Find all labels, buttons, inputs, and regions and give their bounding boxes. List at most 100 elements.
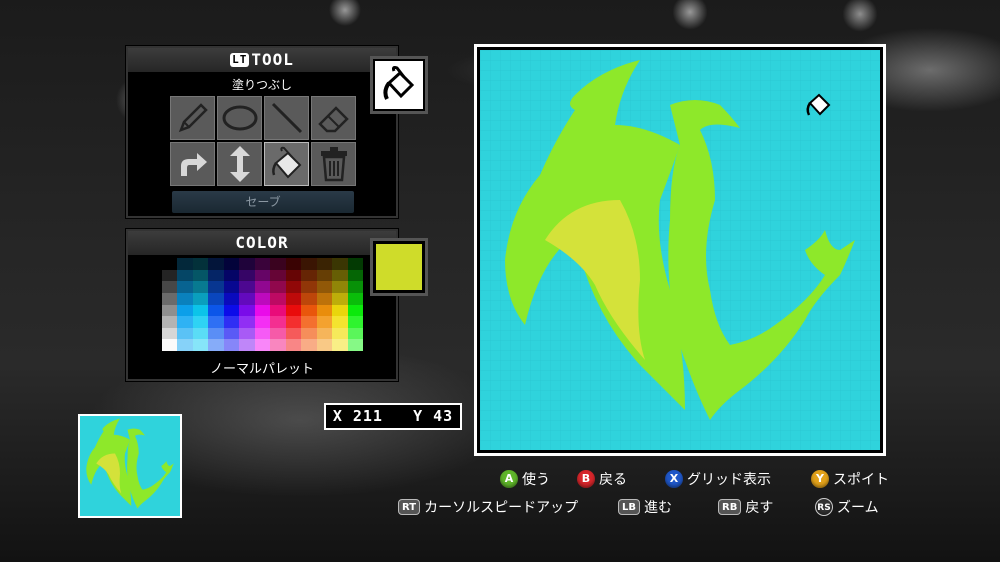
palette-swatch[interactable] (301, 292, 317, 305)
palette-swatch[interactable] (332, 339, 348, 351)
tool-flip-vertical[interactable] (217, 142, 262, 186)
palette-swatch[interactable] (239, 304, 255, 317)
palette-swatch[interactable] (316, 304, 333, 317)
palette-swatch[interactable] (223, 292, 240, 305)
tool-trash[interactable] (311, 142, 356, 186)
palette-swatch[interactable] (285, 292, 302, 305)
palette-swatch[interactable] (285, 304, 302, 317)
palette-swatch[interactable] (254, 339, 271, 351)
palette-swatch[interactable] (177, 316, 193, 328)
palette-swatch[interactable] (347, 327, 363, 340)
palette-swatch[interactable] (332, 304, 348, 317)
palette-swatch[interactable] (347, 292, 363, 305)
palette-swatch[interactable] (301, 339, 317, 351)
tool-fill-bucket[interactable] (264, 142, 309, 186)
palette-swatch[interactable] (332, 327, 348, 340)
palette-swatch[interactable] (177, 339, 193, 351)
palette-swatch[interactable] (223, 304, 240, 317)
palette-swatch[interactable] (192, 327, 209, 340)
palette-swatch[interactable] (347, 339, 363, 351)
palette-swatch[interactable] (316, 316, 333, 328)
palette-swatch[interactable] (332, 269, 348, 282)
palette-swatch[interactable] (254, 292, 271, 305)
palette-swatch[interactable] (316, 258, 333, 270)
palette-swatch[interactable] (270, 316, 286, 328)
palette-swatch[interactable] (223, 339, 240, 351)
palette-swatch[interactable] (301, 281, 317, 293)
tool-ellipse[interactable] (217, 96, 262, 140)
drawing-canvas[interactable] (480, 50, 880, 450)
palette-swatch[interactable] (162, 327, 178, 340)
palette-swatch[interactable] (347, 258, 363, 270)
palette-swatch[interactable] (208, 258, 224, 270)
palette-swatch[interactable] (301, 304, 317, 317)
tool-line[interactable] (264, 96, 309, 140)
palette-swatch[interactable] (162, 339, 178, 351)
palette-swatch[interactable] (301, 316, 317, 328)
palette-swatch[interactable] (270, 327, 286, 340)
palette-swatch[interactable] (332, 258, 348, 270)
palette-swatch[interactable] (254, 258, 271, 270)
palette-swatch[interactable] (223, 258, 240, 270)
palette-swatch[interactable] (208, 269, 224, 282)
palette-swatch[interactable] (177, 304, 193, 317)
palette-swatch[interactable] (192, 258, 209, 270)
palette-swatch[interactable] (254, 316, 271, 328)
save-button[interactable]: セーブ (172, 191, 354, 213)
palette-swatch[interactable] (223, 327, 240, 340)
palette-swatch[interactable] (192, 292, 209, 305)
palette-swatch[interactable] (285, 327, 302, 340)
palette-swatch[interactable] (270, 269, 286, 282)
palette-swatch[interactable] (239, 292, 255, 305)
palette-swatch[interactable] (177, 327, 193, 340)
palette-swatch[interactable] (162, 292, 178, 305)
palette-swatch[interactable] (208, 292, 224, 305)
palette-swatch[interactable] (254, 304, 271, 317)
palette-swatch[interactable] (270, 339, 286, 351)
palette-swatch[interactable] (192, 304, 209, 317)
palette-swatch[interactable] (223, 269, 240, 282)
palette-swatch[interactable] (177, 292, 193, 305)
palette-swatch[interactable] (332, 292, 348, 305)
palette-swatch[interactable] (254, 327, 271, 340)
palette-swatch[interactable] (239, 269, 255, 282)
palette-swatch[interactable] (254, 281, 271, 293)
palette-swatch[interactable] (192, 339, 209, 351)
palette-swatch[interactable] (208, 304, 224, 317)
palette-swatch[interactable] (316, 327, 333, 340)
palette-swatch[interactable] (162, 281, 178, 293)
palette-swatch[interactable] (270, 292, 286, 305)
palette-swatch[interactable] (270, 281, 286, 293)
palette-swatch[interactable] (270, 304, 286, 317)
palette-swatch[interactable] (239, 339, 255, 351)
palette-swatch[interactable] (192, 269, 209, 282)
tool-pencil[interactable] (170, 96, 215, 140)
palette-swatch[interactable] (316, 269, 333, 282)
palette-swatch[interactable] (332, 316, 348, 328)
tool-eraser[interactable] (311, 96, 356, 140)
palette-swatch[interactable] (301, 327, 317, 340)
palette-swatch[interactable] (162, 269, 178, 282)
palette-swatch[interactable] (192, 281, 209, 293)
palette-swatch[interactable] (285, 258, 302, 270)
color-palette-grid[interactable] (162, 258, 363, 351)
palette-swatch[interactable] (254, 269, 271, 282)
palette-swatch[interactable] (285, 269, 302, 282)
palette-swatch[interactable] (208, 327, 224, 340)
palette-swatch[interactable] (208, 316, 224, 328)
palette-swatch[interactable] (285, 339, 302, 351)
palette-swatch[interactable] (239, 258, 255, 270)
palette-swatch[interactable] (239, 281, 255, 293)
palette-swatch[interactable] (285, 316, 302, 328)
palette-swatch[interactable] (301, 269, 317, 282)
palette-swatch[interactable] (347, 304, 363, 317)
palette-swatch[interactable] (223, 281, 240, 293)
palette-swatch[interactable] (270, 258, 286, 270)
palette-swatch[interactable] (239, 316, 255, 328)
palette-swatch[interactable] (239, 327, 255, 340)
palette-swatch[interactable] (208, 339, 224, 351)
palette-swatch[interactable] (177, 258, 193, 270)
palette-swatch[interactable] (223, 316, 240, 328)
palette-swatch[interactable] (316, 339, 333, 351)
palette-swatch[interactable] (192, 316, 209, 328)
